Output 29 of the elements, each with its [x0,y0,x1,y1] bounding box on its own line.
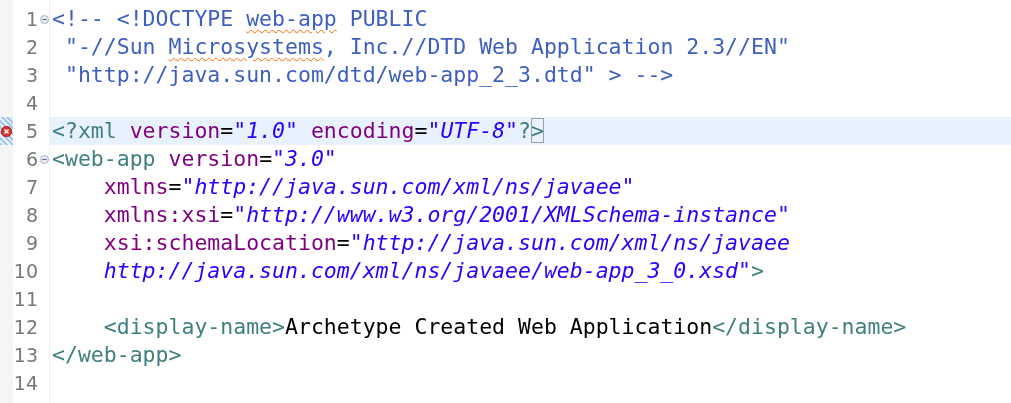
code-line: http://java.sun.com/xml/ns/javaee/web-app_3_0.xsd"> [102,258,764,284]
code-line: xmlns="http://java.sun.com/xml/ns/javaee" [102,174,635,200]
code-line: xmlns:xsi="http://www.w3.org/2001/XMLSchema-instance" [102,202,790,228]
line-number: 6 [25,148,38,170]
line-number: 7 [25,176,38,198]
collapse-icon[interactable] [39,14,49,24]
code-line: "http://java.sun.com/dtd/web-app_2_3.dtd" > --> [63,62,674,88]
code-line: xsi:schemaLocation="http://java.sun.com/xml/ns/javaee [102,230,790,256]
line-number: 10 [13,260,38,282]
code-line: <display-name>Archetype Created Web Application</display-name> [102,314,907,340]
line-number: 14 [13,372,38,394]
line-number: 12 [13,316,38,338]
line-number: 5 [25,120,38,142]
line-number: 4 [25,92,38,114]
line-number: 9 [25,232,38,254]
code-line: </web-app> [52,342,182,368]
collapse-icon[interactable] [39,154,49,164]
code-line: <!-- <!DOCTYPE web-app PUBLIC [52,6,428,32]
line-number: 1 [25,8,38,30]
code-editor[interactable] [0,0,1011,403]
line-number: 13 [13,344,38,366]
code-line: <?xml version="1.0" encoding="UTF-8"?> [52,118,544,144]
line-number: 3 [25,64,38,86]
code-line: <web-app version="3.0" [52,146,337,172]
line-number: 11 [13,288,38,310]
code-line: "-//Sun Microsystems, Inc.//DTD Web Application 2.3//EN" [63,34,790,60]
line-number: 8 [25,204,38,226]
line-number: 2 [25,36,38,58]
error-marker[interactable] [0,117,13,145]
